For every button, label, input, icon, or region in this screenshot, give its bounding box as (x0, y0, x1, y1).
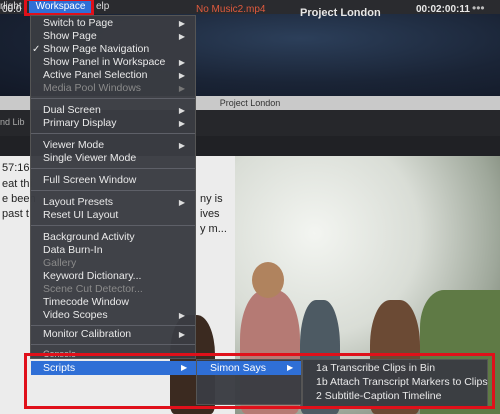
menu-separator (31, 325, 195, 326)
transcript-line-3-right: y m... (200, 223, 227, 235)
clip-name-dropdown[interactable]: No Music2.mp4 (196, 4, 265, 15)
submenu-arrow-icon: ▶ (178, 198, 185, 207)
menu-help[interactable]: elp (96, 1, 109, 12)
checkmark-icon: ✓ (32, 44, 41, 55)
more-options-icon[interactable]: ••• (472, 1, 485, 15)
menu-item-show-panel-in-workspace[interactable]: Show Panel in Workspace ▶ (43, 56, 193, 69)
submenu-arrow-icon: ▶ (178, 119, 185, 128)
menu-item-timecode-window[interactable]: Timecode Window (43, 296, 193, 309)
submenu-arrow-icon: ▶ (178, 58, 185, 67)
menu-item-active-panel-selection[interactable]: Active Panel Selection ▶ (43, 69, 193, 82)
panel-tab-partial[interactable]: nd Lib (0, 117, 25, 127)
viewer-timecode: 00:02:00:11 (416, 4, 470, 15)
submenu-arrow-icon: ▶ (178, 106, 185, 115)
menu-separator (31, 344, 195, 345)
menu-item-switch-to-page[interactable]: Switch to Page ▶ (43, 17, 193, 30)
annotation-highlight-box (24, 0, 94, 16)
menu-item-single-viewer-mode[interactable]: Single Viewer Mode (43, 152, 193, 165)
menu-separator (31, 190, 195, 191)
menu-item-data-burn-in[interactable]: Data Burn-In (43, 244, 193, 257)
menu-item-scene-cut-detector: Scene Cut Detector... (43, 283, 143, 295)
menu-separator (31, 98, 195, 99)
menu-item-gallery: Gallery (43, 257, 77, 269)
submenu-arrow-icon: ▶ (178, 141, 185, 150)
submenu-arrow-icon: ▶ (178, 71, 185, 80)
transcript-line-2-right: ives (200, 208, 220, 220)
menu-item-monitor-calibration[interactable]: Monitor Calibration ▶ (43, 328, 193, 341)
transcript-timecode: 57:16 (2, 162, 30, 174)
transcript-line-3: past t (2, 208, 29, 220)
menu-separator (31, 225, 195, 226)
submenu-arrow-icon: ▶ (178, 330, 185, 339)
video-person-head (252, 262, 284, 298)
left-timecode: 00:0 (2, 4, 22, 15)
menu-separator (31, 168, 195, 169)
menu-item-viewer-mode[interactable]: Viewer Mode ▶ (43, 139, 193, 152)
transcript-line-1: eat thi (2, 178, 32, 190)
menu-item-dual-screen[interactable]: Dual Screen ▶ (43, 104, 193, 117)
menu-item-media-pool-windows: Media Pool Windows ▶ (43, 82, 185, 94)
menu-item-primary-display[interactable]: Primary Display ▶ (43, 117, 193, 130)
submenu-arrow-icon: ▶ (178, 19, 185, 28)
menu-item-video-scopes[interactable]: Video Scopes ▶ (43, 309, 193, 322)
menu-item-background-activity[interactable]: Background Activity (43, 231, 193, 244)
workspace-menu: Switch to Page ▶ Show Page ▶ ✓ Show Page Na… (30, 15, 196, 359)
menu-item-layout-presets[interactable]: Layout Presets ▶ (43, 196, 193, 209)
project-title: Project London (300, 7, 381, 19)
menu-item-show-page[interactable]: Show Page ▶ (43, 30, 193, 43)
submenu-arrow-icon: ▶ (178, 311, 185, 320)
submenu-arrow-icon: ▶ (178, 32, 185, 41)
annotation-highlight-box (24, 353, 495, 409)
menu-item-full-screen-window[interactable]: Full Screen Window (43, 174, 193, 187)
menu-item-reset-ui-layout[interactable]: Reset UI Layout (43, 209, 193, 222)
transcript-line-1-right: ny is (200, 193, 223, 205)
menu-item-show-page-navigation[interactable]: ✓ Show Page Navigation (32, 43, 193, 56)
menu-separator (31, 133, 195, 134)
menu-item-keyword-dictionary[interactable]: Keyword Dictionary... (43, 270, 193, 283)
submenu-arrow-icon: ▶ (178, 84, 185, 93)
